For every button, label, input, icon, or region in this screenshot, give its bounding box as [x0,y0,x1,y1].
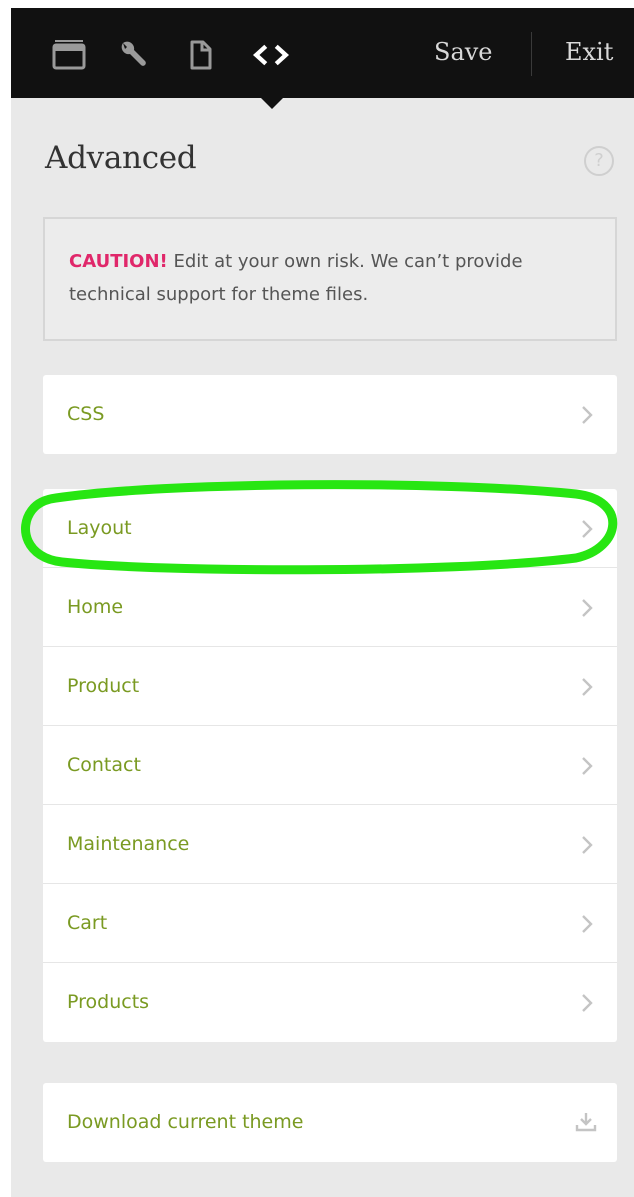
download-card: Download current theme [43,1083,617,1162]
chevron-right-icon [582,599,593,617]
chevron-right-icon [582,678,593,696]
chevron-right-icon [582,836,593,854]
list-item-maintenance[interactable]: Maintenance [43,805,617,884]
wrench-icon[interactable] [113,35,153,75]
list-item-label: Layout [67,517,132,539]
list-item-cart[interactable]: Cart [43,884,617,963]
list-item-label: CSS [67,403,105,425]
toolbar-divider [531,32,532,76]
active-tab-pointer [261,98,283,109]
chevron-right-icon [582,915,593,933]
file-icon[interactable] [181,35,221,75]
page-title: Advanced [45,140,197,176]
list-item-label: Cart [67,912,108,934]
list-item-contact[interactable]: Contact [43,726,617,805]
caution-label: CAUTION! [69,251,168,272]
list-item-home[interactable]: Home [43,568,617,647]
list-item-products[interactable]: Products [43,963,617,1042]
templates-card: Layout Home Product Contact Maintenance … [43,489,617,1042]
list-item-product[interactable]: Product [43,647,617,726]
caution-notice: CAUTION! Edit at your own risk. We can’t… [43,217,617,341]
chevron-right-icon [582,406,593,424]
list-item-label: Maintenance [67,833,190,855]
help-icon[interactable]: ? [584,146,614,176]
chevron-right-icon [582,520,593,538]
download-theme-button[interactable]: Download current theme [43,1083,617,1162]
css-card: CSS [43,375,617,454]
list-item-label: Contact [67,754,141,776]
list-item-label: Home [67,596,124,618]
download-icon [575,1113,597,1132]
top-toolbar: Save Exit [11,8,634,98]
list-item-layout[interactable]: Layout [43,489,617,568]
list-item-label: Product [67,675,140,697]
window-icon[interactable] [49,35,89,75]
list-item-css[interactable]: CSS [43,375,617,454]
exit-button[interactable]: Exit [565,38,613,66]
download-theme-label: Download current theme [67,1111,304,1133]
list-item-label: Products [67,991,150,1013]
theme-editor-panel: Save Exit Advanced ? CAUTION! Edit at yo… [11,8,634,1197]
chevron-right-icon [582,757,593,775]
save-button[interactable]: Save [434,38,493,66]
chevron-right-icon [582,994,593,1012]
code-icon[interactable] [251,35,291,75]
